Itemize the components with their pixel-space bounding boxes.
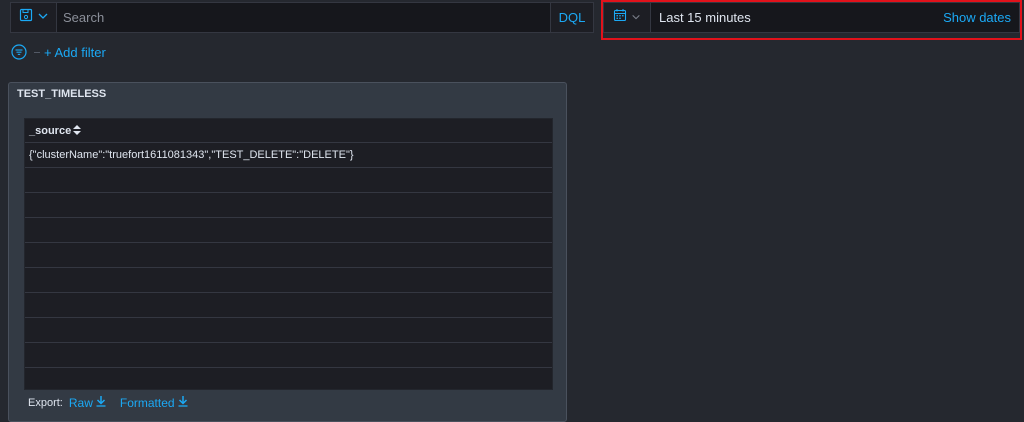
time-range-label[interactable]: Last 15 minutes — [651, 3, 943, 32]
add-filter-button[interactable]: + Add filter — [44, 45, 106, 60]
calendar-icon — [613, 8, 627, 27]
table-row — [25, 193, 552, 218]
filter-bar: + Add filter — [10, 42, 106, 62]
quick-select-button[interactable] — [604, 3, 651, 32]
table-row[interactable]: {"clusterName":"truefort1611081343","TES… — [25, 143, 552, 168]
document-table: _source {"clusterName":"truefort16110813… — [24, 118, 553, 390]
export-label: Export: — [28, 397, 63, 409]
export-raw-link[interactable]: Raw — [69, 396, 106, 410]
filter-options-icon[interactable] — [10, 43, 28, 61]
table-row — [25, 368, 552, 393]
table-header: _source — [25, 119, 552, 143]
save-icon — [19, 8, 33, 27]
table-row — [25, 268, 552, 293]
panel-title: TEST_TIMELESS — [17, 88, 107, 100]
download-icon — [178, 396, 188, 410]
chevron-down-icon — [37, 9, 49, 27]
sort-icon[interactable] — [73, 124, 82, 137]
table-row — [25, 318, 552, 343]
show-dates-button[interactable]: Show dates — [943, 3, 1019, 32]
column-header-source: _source — [29, 124, 72, 137]
table-row — [25, 243, 552, 268]
saved-query-button[interactable] — [10, 2, 56, 33]
export-row: Export: Raw Formatted — [28, 396, 188, 410]
export-formatted-label: Formatted — [119, 396, 175, 410]
table-row — [25, 293, 552, 318]
search-input[interactable] — [56, 2, 550, 33]
date-picker: Last 15 minutes Show dates — [603, 2, 1020, 33]
table-row — [25, 343, 552, 368]
table-row — [25, 218, 552, 243]
download-icon — [96, 396, 106, 410]
export-raw-label: Raw — [68, 396, 93, 410]
filter-divider — [34, 51, 40, 53]
export-formatted-link[interactable]: Formatted — [120, 396, 188, 410]
query-language-button[interactable]: DQL — [550, 2, 594, 33]
query-bar: DQL — [10, 2, 594, 33]
saved-search-panel: TEST_TIMELESS _source {"clusterName":"tr… — [8, 82, 567, 422]
chevron-down-icon — [631, 9, 641, 27]
table-row — [25, 168, 552, 193]
